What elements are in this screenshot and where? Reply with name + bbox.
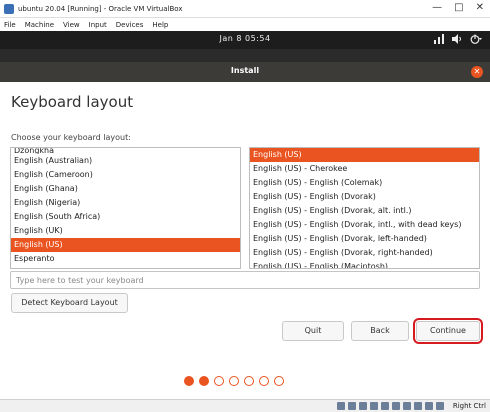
power-icon[interactable] <box>470 34 482 47</box>
variant-item[interactable]: English (US) - English (Dvorak, left-han… <box>250 232 479 246</box>
progress-dot <box>244 376 254 386</box>
installer-close-icon[interactable]: ✕ <box>471 66 483 78</box>
display-icon[interactable] <box>403 402 411 410</box>
system-tray[interactable] <box>434 34 482 47</box>
variant-item[interactable]: English (US) - English (Dvorak) <box>250 190 479 204</box>
recording-icon[interactable] <box>414 402 422 410</box>
window-title: ubuntu 20.04 [Running] - Oracle VM Virtu… <box>18 4 183 13</box>
vbox-titlebar: ubuntu 20.04 [Running] - Oracle VM Virtu… <box>0 0 490 18</box>
ubuntu-topbar: Jan 8 05:54 <box>0 31 490 49</box>
cpu-icon[interactable] <box>425 402 433 410</box>
progress-dot <box>214 376 224 386</box>
menu-file[interactable]: File <box>4 21 16 29</box>
progress-dot <box>199 376 209 386</box>
quit-button[interactable]: Quit <box>282 321 344 341</box>
window-controls: — □ ✕ <box>432 2 484 13</box>
menu-view[interactable]: View <box>63 21 80 29</box>
layout-item[interactable]: English (Nigeria) <box>11 196 240 210</box>
optical-drive-icon[interactable] <box>348 402 356 410</box>
layout-list[interactable]: Dzongkha English (Australian) English (C… <box>10 147 241 269</box>
disk-icon[interactable] <box>337 402 345 410</box>
variant-item[interactable]: English (US) - Cherokee <box>250 162 479 176</box>
progress-dot <box>184 376 194 386</box>
progress-indicator <box>0 376 490 386</box>
menu-machine[interactable]: Machine <box>25 21 54 29</box>
maximize-icon[interactable]: □ <box>454 2 463 13</box>
layout-item[interactable]: English (Ghana) <box>11 182 240 196</box>
shared-folder-icon[interactable] <box>392 402 400 410</box>
volume-icon[interactable] <box>452 34 462 47</box>
layout-item[interactable]: English (UK) <box>11 224 240 238</box>
virtualbox-icon <box>4 3 14 14</box>
vbox-statusbar: Right Ctrl <box>0 399 490 412</box>
continue-button[interactable]: Continue <box>413 318 483 344</box>
back-button[interactable]: Back <box>351 321 409 341</box>
usb-icon[interactable] <box>381 402 389 410</box>
installer-title: Install <box>230 66 260 75</box>
variant-item[interactable]: English (US) - English (Macintosh) <box>250 260 479 268</box>
mouse-integration-icon[interactable] <box>436 402 444 410</box>
device-status-icons <box>337 402 444 410</box>
progress-dot <box>274 376 284 386</box>
network-adapter-icon[interactable] <box>370 402 378 410</box>
variant-item[interactable]: English (US) - English (Dvorak, right-ha… <box>250 246 479 260</box>
layout-item[interactable]: Esperanto <box>11 252 240 266</box>
clock[interactable]: Jan 8 05:54 <box>0 34 490 43</box>
menu-devices[interactable]: Devices <box>116 21 144 29</box>
variant-item[interactable]: English (US) - English (Dvorak, intl., w… <box>250 218 479 232</box>
layout-item[interactable]: English (Australian) <box>11 154 240 168</box>
variant-item[interactable]: English (US) - English (Dvorak, alt. int… <box>250 204 479 218</box>
desktop-strip <box>0 49 490 62</box>
installer-header: Install ✕ <box>0 62 490 82</box>
layout-item[interactable]: English (South Africa) <box>11 210 240 224</box>
vbox-menubar: File Machine View Input Devices Help <box>0 18 490 31</box>
keyboard-test-input[interactable] <box>10 271 480 289</box>
detect-layout-button[interactable]: Detect Keyboard Layout <box>11 293 128 313</box>
variant-item[interactable]: English (US) - English (Colemak) <box>250 176 479 190</box>
menu-help[interactable]: Help <box>152 21 168 29</box>
variant-item-selected[interactable]: English (US) <box>250 148 479 162</box>
audio-icon[interactable] <box>359 402 367 410</box>
network-icon[interactable] <box>434 34 444 47</box>
layout-item[interactable]: English (Cameroon) <box>11 168 240 182</box>
host-key-label: Right Ctrl <box>452 402 486 410</box>
page-title: Keyboard layout <box>11 93 134 111</box>
progress-dot <box>259 376 269 386</box>
choose-layout-label: Choose your keyboard layout: <box>11 133 131 142</box>
layout-item-selected[interactable]: English (US) <box>11 238 240 252</box>
minimize-icon[interactable]: — <box>432 2 442 13</box>
variant-list[interactable]: English (US) English (US) - Cherokee Eng… <box>249 147 480 269</box>
menu-input[interactable]: Input <box>89 21 107 29</box>
progress-dot <box>229 376 239 386</box>
close-window-icon[interactable]: ✕ <box>476 2 484 13</box>
